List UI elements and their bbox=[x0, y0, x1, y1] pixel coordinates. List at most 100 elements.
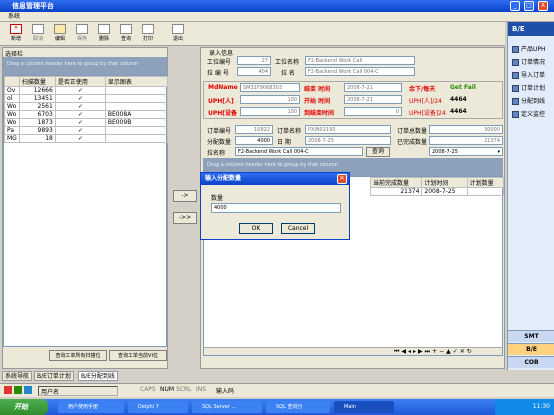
record-navigator[interactable]: ⏮◀◂▸▶⏭+−▲✓✕↻ bbox=[394, 348, 474, 356]
nav-item-order-plan[interactable]: 订单计划 bbox=[512, 83, 545, 92]
maximize-button[interactable]: □ bbox=[524, 1, 534, 11]
new-button[interactable]: ✕ 新增 bbox=[6, 24, 26, 44]
line-field[interactable]: F2-Backend Work Call 004-C bbox=[235, 147, 363, 156]
table-row[interactable]: Ov 12666 ✓ bbox=[4, 86, 169, 95]
date2-select[interactable]: 2008-7-25 ▾ bbox=[429, 147, 503, 156]
nav-item-define-monitor[interactable]: 定义监控 bbox=[512, 109, 545, 118]
edit-button[interactable]: 编辑 bbox=[50, 24, 70, 44]
in-use-checkbox[interactable]: ✓ bbox=[54, 126, 106, 135]
col-show-chart[interactable]: 显示图表 bbox=[104, 76, 169, 87]
in-use-checkbox[interactable]: ✓ bbox=[54, 134, 106, 143]
move-all-right-button[interactable]: ->> bbox=[173, 212, 197, 224]
col-plan-qty[interactable]: 计划数量 bbox=[466, 177, 505, 188]
dialog-cancel-button[interactable]: Cancel bbox=[281, 223, 315, 234]
col-scan-qty[interactable]: 扫描数量 bbox=[18, 76, 56, 87]
nav-item-assign-line[interactable]: 分配到线 bbox=[512, 96, 545, 105]
table-row[interactable]: Pa 9893 ✓ bbox=[4, 126, 169, 135]
menu-system[interactable]: 系统 bbox=[8, 13, 20, 20]
save-icon bbox=[76, 24, 88, 34]
col-done-qty[interactable]: 当前完成数量 bbox=[369, 177, 423, 188]
status-ins: INS bbox=[196, 386, 207, 393]
reach-time-label: 到结束时间 bbox=[304, 110, 335, 117]
save-button[interactable]: 保存 bbox=[72, 24, 92, 44]
order-name-field[interactable]: PX/B02193 bbox=[305, 125, 391, 134]
status-box: MdName SM31F9068303 结束 时间 2008-7-21 余下/每… bbox=[203, 81, 503, 119]
col-in-use[interactable]: 是否正使用 bbox=[54, 76, 106, 87]
in-use-checkbox[interactable]: ✓ bbox=[54, 102, 106, 111]
cancel-icon bbox=[32, 24, 44, 34]
order-query-button[interactable]: 查询 bbox=[366, 147, 390, 157]
table-row[interactable]: Wo 1873 ✓ BE009B bbox=[4, 118, 169, 127]
work-no-field[interactable]: 27 bbox=[237, 56, 271, 65]
table-row[interactable]: ol 13451 ✓ bbox=[4, 94, 169, 103]
left-panel-title: 选择栏 bbox=[5, 51, 24, 58]
move-right-button[interactable]: -> bbox=[173, 190, 197, 202]
start-button[interactable]: 开始 bbox=[0, 399, 48, 415]
table-row[interactable]: Wo 6703 ✓ BE008A bbox=[4, 110, 169, 119]
dialog-title: 输入分配数量 bbox=[201, 173, 349, 185]
table-row[interactable]: Wo 2561 ✓ bbox=[4, 102, 169, 111]
left-table-header: 扫描数量 是否正使用 显示图表 bbox=[4, 76, 169, 87]
in-use-checkbox[interactable]: ✓ bbox=[54, 118, 106, 127]
query-button[interactable]: 查询 bbox=[116, 24, 136, 44]
reach-time-field[interactable]: 0 bbox=[344, 107, 402, 116]
cancel-button[interactable]: 取消 bbox=[28, 24, 48, 44]
uph-dev-field[interactable]: 100 bbox=[240, 107, 300, 116]
col-plan-time[interactable]: 计划时间 bbox=[421, 177, 468, 188]
cell-row-label: MG bbox=[4, 134, 20, 143]
nav-item-import-order[interactable]: 导入订单 bbox=[512, 70, 545, 79]
done-field[interactable]: 21374 bbox=[429, 136, 503, 145]
in-use-checkbox[interactable]: ✓ bbox=[54, 94, 106, 103]
taskbar-item-manual[interactable]: 用户使用手册 bbox=[58, 401, 124, 413]
work-name-field[interactable]: F2-Backend Work Call bbox=[305, 56, 415, 65]
nav-item-order-status[interactable]: 订单情况 bbox=[512, 57, 545, 66]
tab-system-nav[interactable]: 系统导航 bbox=[2, 371, 33, 381]
nav-tab-smt[interactable]: SMT bbox=[508, 330, 554, 342]
alloc-field[interactable]: 4000 bbox=[235, 136, 273, 145]
line-no-label: 拉 编 号 bbox=[207, 70, 229, 77]
in-use-checkbox[interactable]: ✓ bbox=[54, 86, 106, 95]
exit-button[interactable]: 退出 bbox=[168, 24, 188, 44]
query-all-scan-button[interactable]: 查询工单所有扫描位 bbox=[49, 350, 107, 361]
table-row[interactable]: MG 18 ✓ bbox=[4, 134, 169, 143]
grid-navigator: ⏮◀◂▸▶⏭+−▲✓✕↻ bbox=[204, 347, 502, 355]
order-total-field[interactable]: 30000 bbox=[429, 125, 503, 134]
nav-item-uph[interactable]: 产品UPH bbox=[512, 44, 546, 53]
alloc-label: 分配数量 bbox=[207, 139, 232, 146]
print-button[interactable]: 打印 bbox=[138, 24, 158, 44]
status-scrl: SCRL bbox=[176, 386, 192, 393]
nav-tab-cob[interactable]: COB bbox=[508, 356, 554, 368]
quantity-input[interactable]: 4000 bbox=[211, 203, 341, 213]
cell-chart bbox=[104, 94, 169, 103]
date-field[interactable]: 2008-7-25 bbox=[305, 136, 391, 145]
table-row[interactable]: 21374 2008-7-25 bbox=[369, 187, 505, 196]
line-name-field[interactable]: F2-Backend Work Call 004-C bbox=[305, 67, 415, 76]
minimize-button[interactable]: _ bbox=[510, 1, 520, 11]
dialog-close-icon[interactable]: ✕ bbox=[337, 174, 347, 184]
line-no-field[interactable]: 404 bbox=[237, 67, 271, 76]
delete-button[interactable]: 删除 bbox=[94, 24, 114, 44]
start-time-field[interactable]: 2008-7-21 bbox=[344, 95, 402, 104]
tab-be-assign-line[interactable]: B/E分配到线 bbox=[78, 371, 118, 381]
dialog-ok-button[interactable]: OK bbox=[239, 223, 273, 234]
order-no-field[interactable]: 10822 bbox=[235, 125, 273, 134]
cell-plan-qty bbox=[466, 187, 505, 196]
query-current-vi-button[interactable]: 查询工单当前VI位 bbox=[109, 350, 167, 361]
chevron-down-icon: ▾ bbox=[497, 149, 500, 155]
taskbar-item-sqlserver[interactable]: SQL Server ... bbox=[192, 401, 262, 413]
mdname-field[interactable]: SM31F9068303 bbox=[240, 83, 300, 92]
order-total-label: 订单总数量 bbox=[397, 128, 428, 135]
line-name-label: 拉 名 bbox=[281, 70, 295, 77]
right-nav-panel: B/E 产品UPH 订单情况 导入订单 订单计划 分配到线 定义监控 SMT B… bbox=[507, 22, 554, 370]
in-use-checkbox[interactable]: ✓ bbox=[54, 110, 106, 119]
cell-chart bbox=[104, 134, 169, 143]
taskbar-item-sql-query[interactable]: SQL 查询分 bbox=[266, 401, 330, 413]
taskbar-item-delphi[interactable]: Delphi 7 bbox=[128, 401, 188, 413]
tab-be-order-plan[interactable]: B/E订单计划 bbox=[34, 371, 74, 381]
taskbar-item-main[interactable]: Main bbox=[334, 401, 394, 413]
close-button[interactable]: X bbox=[538, 1, 548, 11]
cell-scan-qty: 6703 bbox=[18, 110, 56, 119]
nav-tab-be[interactable]: B/E bbox=[508, 343, 554, 355]
end-time-field[interactable]: 2008-7-21 bbox=[344, 83, 402, 92]
uph-field[interactable]: 100 bbox=[240, 95, 300, 104]
